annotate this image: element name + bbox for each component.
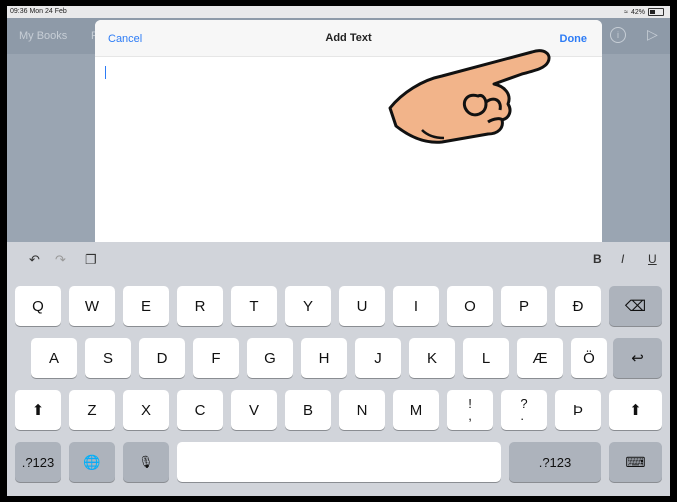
italic-button[interactable]: I xyxy=(621,252,624,266)
key-b[interactable]: B xyxy=(285,390,331,430)
status-bar: 09:36 Mon 24 Feb ≈ 42% xyxy=(7,6,670,18)
key-a[interactable]: A xyxy=(31,338,77,378)
battery-percent: 42% xyxy=(630,8,645,16)
return-key[interactable]: ↩ xyxy=(613,338,662,378)
shift-key-left[interactable]: ⬆ xyxy=(15,390,61,430)
globe-icon[interactable]: 🌐 xyxy=(69,442,115,482)
bold-button[interactable]: B xyxy=(593,252,602,266)
pointing-hand-icon xyxy=(388,49,551,144)
key-e[interactable]: E xyxy=(123,286,169,326)
key-f[interactable]: F xyxy=(193,338,239,378)
key-r[interactable]: R xyxy=(177,286,223,326)
shift-key-right[interactable]: ⬆ xyxy=(609,390,662,430)
keyboard-dismiss-icon[interactable]: ⌨ xyxy=(609,442,662,482)
key-p[interactable]: P xyxy=(501,286,547,326)
key-g[interactable]: G xyxy=(247,338,293,378)
redo-icon[interactable]: ↷ xyxy=(55,252,66,268)
numbers-key-left[interactable]: .?123 xyxy=(15,442,61,482)
my-books-link[interactable]: My Books xyxy=(19,30,67,42)
key-o[interactable]: O xyxy=(447,286,493,326)
done-button[interactable]: Done xyxy=(560,33,588,45)
key-u[interactable]: U xyxy=(339,286,385,326)
key-thorn[interactable]: Þ xyxy=(555,390,601,430)
key-ae[interactable]: Æ xyxy=(517,338,563,378)
key-k[interactable]: K xyxy=(409,338,455,378)
key-o-umlaut[interactable]: Ö xyxy=(571,338,607,378)
key-d[interactable]: D xyxy=(139,338,185,378)
key-v[interactable]: V xyxy=(231,390,277,430)
info-icon[interactable]: i xyxy=(610,27,626,43)
key-n[interactable]: N xyxy=(339,390,385,430)
keyboard-toolbar: ↶ ↷ ❐ B I U xyxy=(7,242,670,282)
keyboard: ↶ ↷ ❐ B I U Q W E R T Y U I O P Đ ⌫ A S … xyxy=(7,242,670,496)
underline-button[interactable]: U xyxy=(648,252,657,266)
key-question-period[interactable]: ? . xyxy=(501,390,547,430)
paste-icon[interactable]: ❐ xyxy=(85,252,97,268)
wifi-icon: ≈ xyxy=(624,8,628,16)
key-w[interactable]: W xyxy=(69,286,115,326)
key-h[interactable]: H xyxy=(301,338,347,378)
play-icon[interactable]: ▷ xyxy=(647,26,658,43)
key-z[interactable]: Z xyxy=(69,390,115,430)
key-exclamation-comma[interactable]: ! , xyxy=(447,390,493,430)
key-m[interactable]: M xyxy=(393,390,439,430)
key-d-stroke[interactable]: Đ xyxy=(555,286,601,326)
backspace-key[interactable]: ⌫ xyxy=(609,286,662,326)
key-q[interactable]: Q xyxy=(15,286,61,326)
key-i[interactable]: I xyxy=(393,286,439,326)
key-l[interactable]: L xyxy=(463,338,509,378)
battery-icon xyxy=(648,8,664,16)
space-bar[interactable] xyxy=(177,442,501,482)
key-y[interactable]: Y xyxy=(285,286,331,326)
key-c[interactable]: C xyxy=(177,390,223,430)
microphone-icon[interactable]: 🎙 xyxy=(123,442,169,482)
key-s[interactable]: S xyxy=(85,338,131,378)
text-caret[interactable] xyxy=(105,66,106,79)
ipad-screen: 09:36 Mon 24 Feb ≈ 42% My Books F i ▷ Ca… xyxy=(7,6,670,496)
status-right: ≈ 42% xyxy=(624,8,664,16)
undo-icon[interactable]: ↶ xyxy=(29,252,40,268)
numbers-key-right[interactable]: .?123 xyxy=(509,442,601,482)
key-j[interactable]: J xyxy=(355,338,401,378)
key-x[interactable]: X xyxy=(123,390,169,430)
status-time: 09:36 Mon 24 Feb xyxy=(10,8,67,15)
key-t[interactable]: T xyxy=(231,286,277,326)
